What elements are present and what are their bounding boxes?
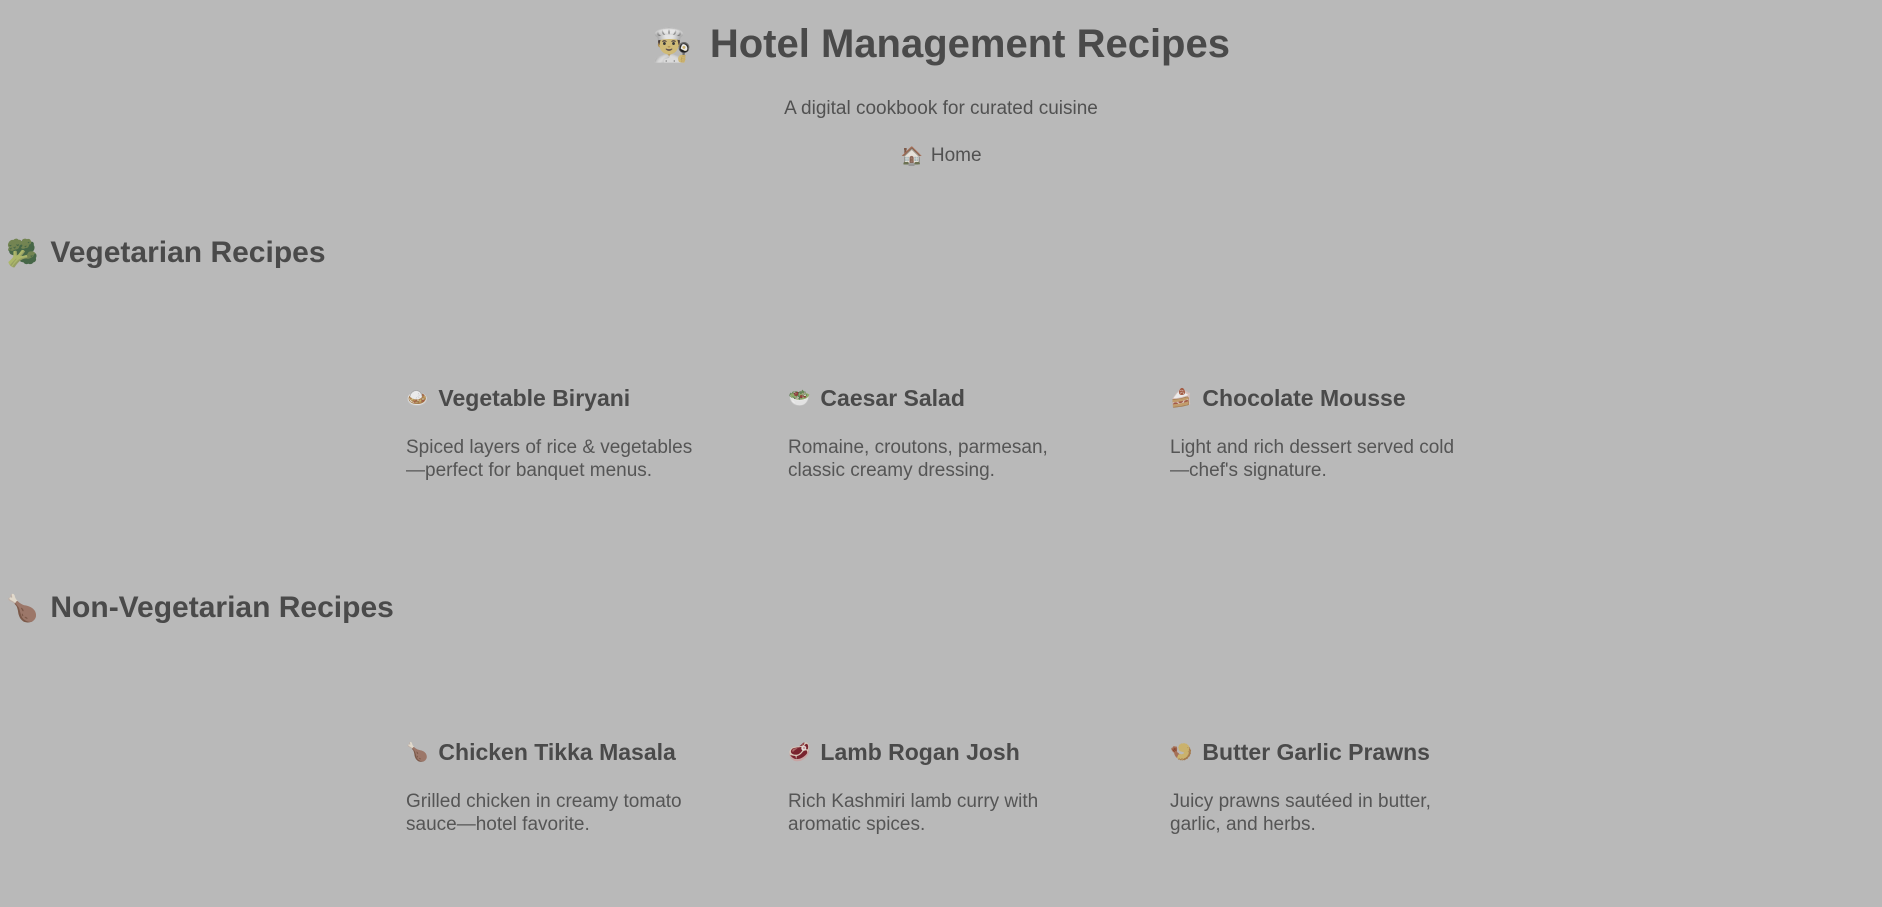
recipe-card[interactable]: 🍰 Chocolate Mousse Light and rich desser… [1170, 383, 1472, 482]
recipe-title: Vegetable Biryani [438, 384, 631, 411]
drumstick-icon: 🍗 [406, 741, 429, 762]
recipe-title: Chicken Tikka Masala [438, 738, 676, 765]
recipe-title-row: 🍰 Chocolate Mousse [1170, 383, 1472, 413]
recipe-title: Butter Garlic Prawns [1202, 738, 1430, 765]
non-vegetarian-recipe-list: 🍗 Chicken Tikka Masala Grilled chicken i… [406, 737, 1472, 836]
recipe-title: Chocolate Mousse [1202, 384, 1406, 411]
cake-icon: 🍰 [1170, 387, 1193, 408]
recipe-card[interactable]: 🥩 Lamb Rogan Josh Rich Kashmiri lamb cur… [788, 737, 1090, 836]
vegetarian-recipe-list: 🍛 Vegetable Biryani Spiced layers of ric… [406, 383, 1472, 482]
recipe-description: Rich Kashmiri lamb curry with aromatic s… [788, 791, 1039, 835]
broccoli-icon: 🥦 [6, 237, 39, 268]
home-link-label: Home [930, 145, 982, 166]
recipe-card[interactable]: 🥗 Caesar Salad Romaine, croutons, parmes… [788, 383, 1090, 482]
recipe-title: Lamb Rogan Josh [820, 738, 1020, 765]
curry-rice-icon: 🍛 [406, 387, 429, 408]
section-title: Vegetarian Recipes [50, 236, 326, 269]
meat-icon: 🥩 [788, 741, 811, 762]
page-header: 👨‍🍳 Hotel Management Recipes [0, 22, 1882, 67]
page-title: Hotel Management Recipes [709, 22, 1230, 66]
recipe-card[interactable]: 🍤 Butter Garlic Prawns Juicy prawns saut… [1170, 737, 1472, 836]
recipe-card[interactable]: 🍗 Chicken Tikka Masala Grilled chicken i… [406, 737, 708, 836]
recipe-card[interactable]: 🍛 Vegetable Biryani Spiced layers of ric… [406, 383, 708, 482]
recipe-title-row: 🥗 Caesar Salad [788, 383, 1090, 413]
recipe-description: Light and rich dessert served cold —chef… [1170, 437, 1455, 481]
drumstick-icon: 🍗 [6, 592, 39, 623]
recipe-title-row: 🍗 Chicken Tikka Masala [406, 737, 708, 767]
recipe-description: Romaine, croutons, parmesan, classic cre… [788, 437, 1048, 481]
recipe-description: Grilled chicken in creamy tomato sauce—h… [406, 791, 682, 835]
section-title: Non-Vegetarian Recipes [50, 591, 394, 624]
home-link[interactable]: 🏠 Home [0, 145, 1882, 167]
recipe-title-row: 🍛 Vegetable Biryani [406, 383, 708, 413]
salad-icon: 🥗 [788, 387, 811, 408]
non-vegetarian-section-heading: 🍗 Non-Vegetarian Recipes [6, 591, 394, 625]
vegetarian-section-heading: 🥦 Vegetarian Recipes [6, 236, 326, 270]
recipe-description: Juicy prawns sautéed in butter, garlic, … [1170, 791, 1431, 835]
house-icon: 🏠 [900, 145, 923, 166]
recipe-title: Caesar Salad [820, 384, 965, 411]
recipe-title-row: 🍤 Butter Garlic Prawns [1170, 737, 1472, 767]
recipe-description: Spiced layers of rice & vegetables —perf… [406, 437, 693, 481]
shrimp-icon: 🍤 [1170, 741, 1193, 762]
recipe-title-row: 🥩 Lamb Rogan Josh [788, 737, 1090, 767]
chef-icon: 👨‍🍳 [652, 26, 692, 63]
page-subtitle: A digital cookbook for curated cuisine [784, 98, 1098, 119]
